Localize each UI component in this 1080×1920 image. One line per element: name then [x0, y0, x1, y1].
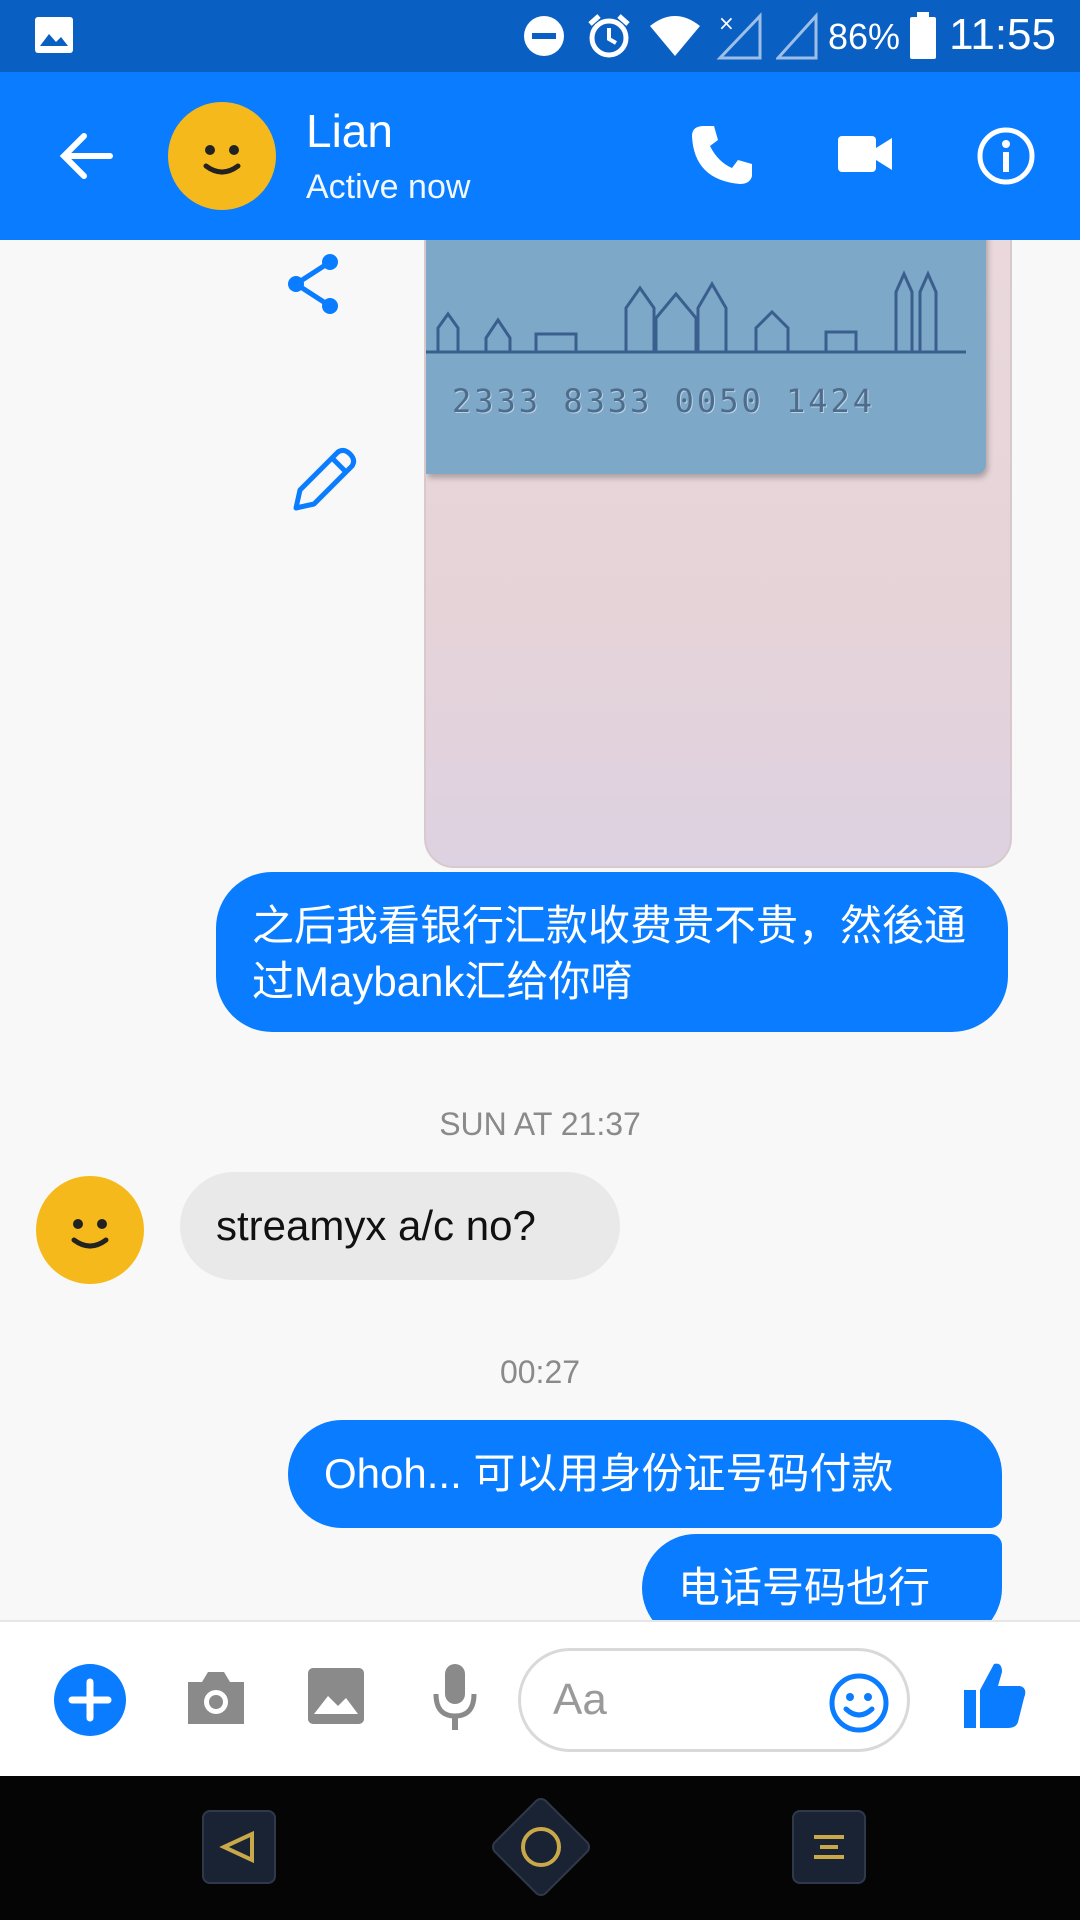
thumbs-up-icon[interactable]	[962, 1660, 1028, 1730]
message-composer	[0, 1620, 1080, 1778]
wifi-icon	[650, 16, 700, 56]
alarm-icon	[588, 14, 630, 58]
presence-status: Active now	[306, 168, 471, 206]
image-icon	[35, 17, 73, 53]
triangle-back-icon	[219, 1830, 254, 1864]
do-not-disturb-icon	[524, 16, 564, 56]
nav-back-button[interactable]	[202, 1810, 276, 1884]
smiley-icon	[203, 145, 241, 175]
timestamp: 00:27	[499, 1354, 581, 1390]
card-number: 2333 8333 0050 1424	[452, 382, 876, 420]
message-input-box[interactable]	[518, 1648, 910, 1752]
system-nav-bar	[0, 1776, 1080, 1920]
sender-avatar[interactable]	[36, 1176, 144, 1284]
smiley-icon	[71, 1219, 109, 1249]
home-circle-icon	[521, 1827, 561, 1867]
outgoing-message[interactable]: 之后我看银行汇款收费贵不贵，然後通过Maybank汇给你唷	[216, 872, 1008, 1032]
edit-pencil-icon[interactable]	[290, 444, 360, 514]
info-icon[interactable]	[976, 126, 1036, 186]
back-arrow-icon[interactable]	[58, 128, 114, 184]
message-list[interactable]: 2333 8333 0050 1424 之后我看银行汇款收费贵不贵，然後通过Ma…	[0, 240, 1080, 1620]
message-input[interactable]	[551, 1669, 805, 1731]
emoji-icon[interactable]	[827, 1671, 891, 1735]
video-camera-icon[interactable]	[836, 132, 894, 176]
share-icon[interactable]	[284, 252, 344, 316]
clock: 11:55	[949, 10, 1056, 59]
svg-text:×: ×	[718, 12, 735, 35]
signal-icon	[776, 12, 818, 60]
menu-lines-icon	[814, 1835, 844, 1859]
contact-avatar[interactable]	[168, 102, 276, 210]
status-bar: × 86% 11:55	[0, 0, 1080, 72]
skyline-illustration	[426, 270, 966, 354]
timestamp: SUN AT 21:37	[439, 1106, 641, 1142]
nav-recents-button[interactable]	[792, 1810, 866, 1884]
shared-photo[interactable]: 2333 8333 0050 1424	[424, 240, 1012, 868]
outgoing-message[interactable]: Ohoh... 可以用身份证号码付款	[288, 1420, 1002, 1528]
phone-icon[interactable]	[690, 122, 754, 186]
signal-off-icon: ×	[716, 12, 762, 60]
card-in-photo: 2333 8333 0050 1424	[426, 240, 986, 474]
microphone-icon[interactable]	[432, 1662, 478, 1734]
battery-icon	[910, 12, 936, 59]
conversation-header: Lian Active now	[0, 72, 1080, 240]
add-icon[interactable]	[52, 1662, 128, 1738]
incoming-message[interactable]: streamyx a/c no?	[180, 1172, 620, 1280]
gallery-icon[interactable]	[306, 1666, 366, 1726]
camera-icon[interactable]	[184, 1668, 248, 1726]
battery-percent: 86%	[827, 16, 900, 57]
contact-name[interactable]: Lian	[306, 104, 393, 158]
outgoing-message[interactable]: 电话号码也行	[642, 1534, 1002, 1620]
